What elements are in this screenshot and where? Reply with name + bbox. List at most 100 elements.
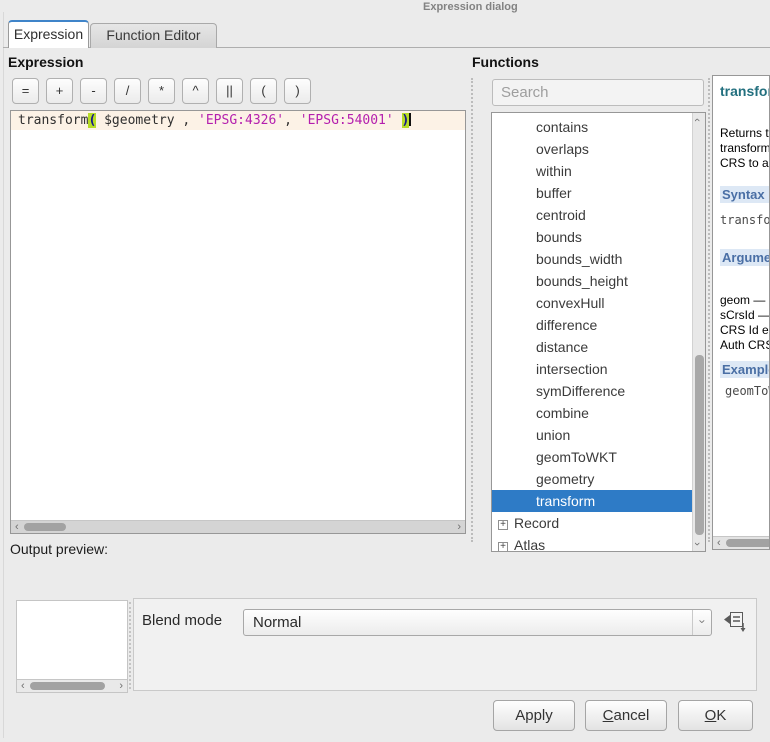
editor-scrollbar-thumb[interactable] <box>24 523 66 531</box>
function-list-item[interactable]: + Atlas <box>492 534 693 552</box>
data-defined-override-button[interactable] <box>721 609 748 636</box>
operator-divide-button[interactable]: / <box>114 78 141 104</box>
operator-power-button[interactable]: ^ <box>182 78 209 104</box>
blend-mode-select[interactable]: Normal › <box>243 609 712 636</box>
apply-button[interactable]: Apply <box>493 700 575 731</box>
expand-icon[interactable]: + <box>498 520 508 530</box>
code-close-paren-highlight: ) <box>402 113 410 128</box>
help-function-title: transform <box>720 83 770 99</box>
function-list-item[interactable]: geometry <box>492 468 693 490</box>
function-list[interactable]: contains overlaps within buffer centroid boun… <box>491 112 706 552</box>
function-list-item-label: Atlas <box>514 537 545 552</box>
expression-code-line[interactable]: transform( $geometry , 'EPSG:4326', 'EPS… <box>11 111 465 130</box>
preview-horizontal-scrollbar[interactable]: ‹ › <box>17 679 127 692</box>
code-separator: , <box>284 113 300 128</box>
help-horizontal-scrollbar[interactable]: ‹ <box>713 536 769 549</box>
code-string-1: 'EPSG:4326' <box>198 113 284 128</box>
function-list-item[interactable]: difference <box>492 314 693 336</box>
function-list-item-label: overlaps <box>536 141 589 157</box>
function-list-item[interactable]: combine <box>492 402 693 424</box>
preview-box: ‹ › <box>16 600 128 693</box>
operator-multiply-button[interactable]: * <box>148 78 175 104</box>
tab-expression[interactable]: Expression <box>8 20 89 48</box>
function-list-item-label: contains <box>536 119 588 135</box>
function-list-item-label: distance <box>536 339 588 355</box>
function-list-item[interactable]: transform <box>492 490 693 512</box>
function-list-item-label: symDifference <box>536 383 625 399</box>
expression-code-editor[interactable]: transform( $geometry , 'EPSG:4326', 'EPS… <box>10 110 466 534</box>
function-list-item[interactable]: bounds_height <box>492 270 693 292</box>
search-input[interactable] <box>492 79 704 106</box>
function-list-item[interactable]: bounds_width <box>492 248 693 270</box>
output-preview-label: Output preview: <box>10 541 108 557</box>
help-arguments-heading: Arguments <box>720 249 770 266</box>
chevron-down-icon: › <box>691 620 714 624</box>
function-list-item-label: within <box>536 163 572 179</box>
help-arguments: geom — a geometry sCrsId — Source Auth C… <box>720 293 770 353</box>
tab-function-editor[interactable]: Function Editor <box>90 23 217 48</box>
code-argument: $geometry , <box>96 113 198 128</box>
operator-minus-button[interactable]: - <box>80 78 107 104</box>
operator-close-paren-button[interactable]: ) <box>284 78 311 104</box>
panel-splitter-right[interactable] <box>708 78 710 542</box>
function-list-item[interactable]: distance <box>492 336 693 358</box>
function-list-item-label: combine <box>536 405 589 421</box>
code-function-name: transform <box>18 113 88 128</box>
scroll-left-icon[interactable]: ‹ <box>21 680 25 692</box>
preview-splitter[interactable] <box>129 602 131 689</box>
help-description: Returns the geometry transformed from a … <box>720 126 770 171</box>
help-syntax-heading: Syntax <box>720 186 770 203</box>
function-list-items: contains overlaps within buffer centroid boun… <box>492 116 693 552</box>
operator-plus-button[interactable]: + <box>46 78 73 104</box>
function-list-item[interactable]: symDifference <box>492 380 693 402</box>
function-list-item[interactable]: geomToWKT <box>492 446 693 468</box>
expression-dialog: Expression dialog Expression Function Ed… <box>0 0 770 742</box>
help-scrollbar-thumb[interactable] <box>726 539 770 547</box>
text-cursor <box>409 113 411 126</box>
function-list-item[interactable]: convexHull <box>492 292 693 314</box>
scroll-right-icon[interactable]: › <box>119 680 123 692</box>
function-list-item[interactable]: buffer <box>492 182 693 204</box>
panel-splitter-left[interactable] <box>471 78 473 542</box>
function-list-item[interactable]: union <box>492 424 693 446</box>
function-list-item[interactable]: overlaps <box>492 138 693 160</box>
code-space <box>394 113 402 128</box>
function-list-item-label: buffer <box>536 185 572 201</box>
expand-icon[interactable]: + <box>498 542 508 552</box>
operator-equals-button[interactable]: = <box>12 78 39 104</box>
scroll-down-icon[interactable]: › <box>691 542 703 546</box>
operator-concat-button[interactable]: || <box>216 78 243 104</box>
function-list-item[interactable]: intersection <box>492 358 693 380</box>
function-list-item[interactable]: +Record <box>492 512 693 534</box>
function-list-item-label: bounds_height <box>536 273 628 289</box>
help-example-code: geomToWKT( transform( <box>725 384 770 398</box>
scroll-left-icon[interactable]: ‹ <box>717 537 721 549</box>
editor-horizontal-scrollbar[interactable]: ‹ › <box>11 520 465 533</box>
function-list-scrollbar-thumb[interactable] <box>695 355 704 535</box>
code-string-2: 'EPSG:54001' <box>300 113 394 128</box>
function-list-item-label: convexHull <box>536 295 604 311</box>
cancel-button[interactable]: Cancel <box>585 700 667 731</box>
scroll-left-icon[interactable]: ‹ <box>15 521 19 533</box>
scroll-right-icon[interactable]: › <box>457 521 461 533</box>
function-list-item-label: centroid <box>536 207 586 223</box>
operator-open-paren-button[interactable]: ( <box>250 78 277 104</box>
function-list-scrollbar[interactable]: ‹ › <box>692 113 705 551</box>
expression-heading: Expression <box>8 54 83 70</box>
function-list-item[interactable]: contains <box>492 116 693 138</box>
preview-scrollbar-thumb[interactable] <box>30 682 105 690</box>
function-list-item[interactable]: centroid <box>492 204 693 226</box>
window-left-border <box>3 12 4 738</box>
blend-mode-label: Blend mode <box>142 612 222 629</box>
function-list-item-label: geometry <box>536 471 594 487</box>
function-list-item-label: bounds_width <box>536 251 622 267</box>
function-list-item[interactable]: within <box>492 160 693 182</box>
function-list-item-label: union <box>536 427 570 443</box>
help-syntax-code: transform( geom, sCrsId, <box>720 213 770 227</box>
ok-button[interactable]: OK <box>678 700 753 731</box>
function-list-item-label: intersection <box>536 361 608 377</box>
scroll-up-icon[interactable]: ‹ <box>691 118 703 122</box>
function-help-panel: transform Returns the geometry transform… <box>712 75 770 550</box>
operator-toolbar: = + - / * ^ || ( ) <box>12 78 311 104</box>
function-list-item[interactable]: bounds <box>492 226 693 248</box>
